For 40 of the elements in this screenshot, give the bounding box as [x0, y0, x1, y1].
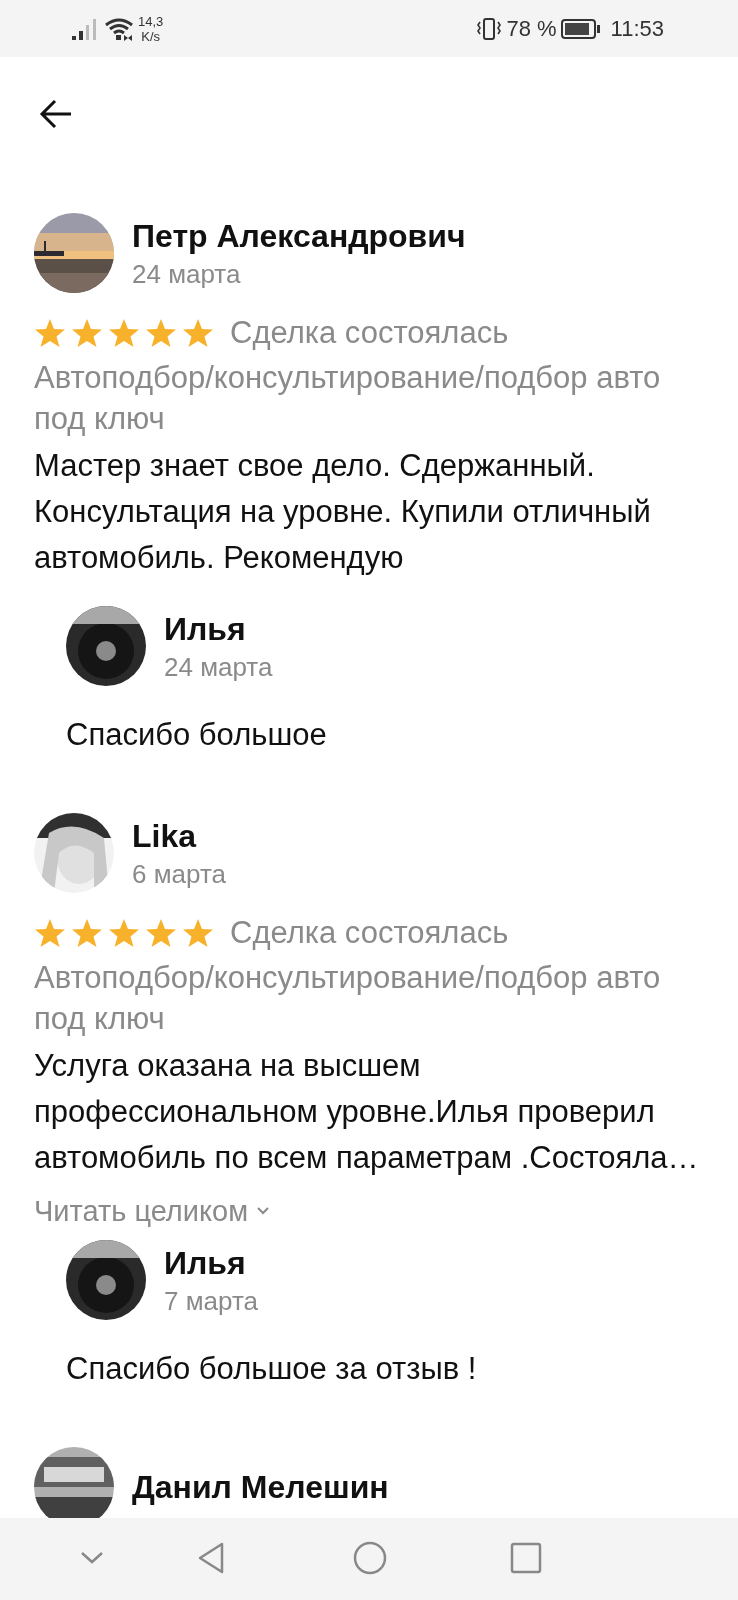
- author-name: Данил Мелешин: [132, 1468, 389, 1506]
- review-text: Услуга оказана на высшем профессиональном уровне.Илья проверил автомобиль по всем параметрам .Состояла…: [34, 1047, 699, 1177]
- author-name: Петр Александрович: [132, 217, 466, 255]
- reply-text: Спасибо большое за отзыв !: [66, 1350, 478, 1388]
- star-icon: [145, 317, 177, 349]
- clock: 11:53: [610, 15, 664, 42]
- reply-date: 24 марта: [164, 652, 273, 682]
- deal-status: Сделка состоялась: [230, 315, 509, 351]
- star-icon: [71, 917, 103, 949]
- reply-date: 7 марта: [164, 1286, 258, 1316]
- chevron-down-icon: [256, 1206, 271, 1216]
- review-date: 24 марта: [132, 259, 241, 289]
- battery-percent: 78 %: [506, 15, 557, 42]
- review-text: Мастер знает свое дело. Сдержанный. Консультация на уровне. Купили отличный автомобиль. Рекомендую: [34, 447, 652, 577]
- author-name: Lika: [132, 817, 197, 855]
- deal-status: Сделка состоялась: [230, 915, 509, 951]
- network-speed: 14,3: [138, 13, 164, 29]
- review-date: 6 марта: [132, 859, 226, 889]
- star-icon: [108, 317, 140, 349]
- speed-unit: K/s: [141, 28, 161, 44]
- star-icon: [34, 317, 66, 349]
- service-category: Автоподбор/консультирование/подбор авто под ключ: [34, 359, 662, 438]
- read-more-link[interactable]: Читать целиком: [34, 1193, 271, 1229]
- battery-icon: [560, 17, 601, 40]
- wifi-icon: [104, 16, 134, 41]
- home-icon[interactable]: [352, 1540, 388, 1576]
- star-icon: [108, 917, 140, 949]
- recents-icon[interactable]: [508, 1540, 544, 1576]
- star-icon: [182, 317, 214, 349]
- back-arrow-icon[interactable]: [39, 97, 73, 131]
- star-icon: [145, 917, 177, 949]
- service-category: Автоподбор/консультирование/подбор авто под ключ: [34, 959, 662, 1038]
- star-icon: [34, 917, 66, 949]
- star-icon: [71, 317, 103, 349]
- author-name: Илья: [164, 1244, 246, 1282]
- signal-icon: [72, 17, 98, 40]
- star-icon: [182, 917, 214, 949]
- author-name: Илья: [164, 610, 246, 648]
- vibrate-icon: [476, 16, 503, 41]
- reply-text: Спасибо большое: [66, 716, 328, 754]
